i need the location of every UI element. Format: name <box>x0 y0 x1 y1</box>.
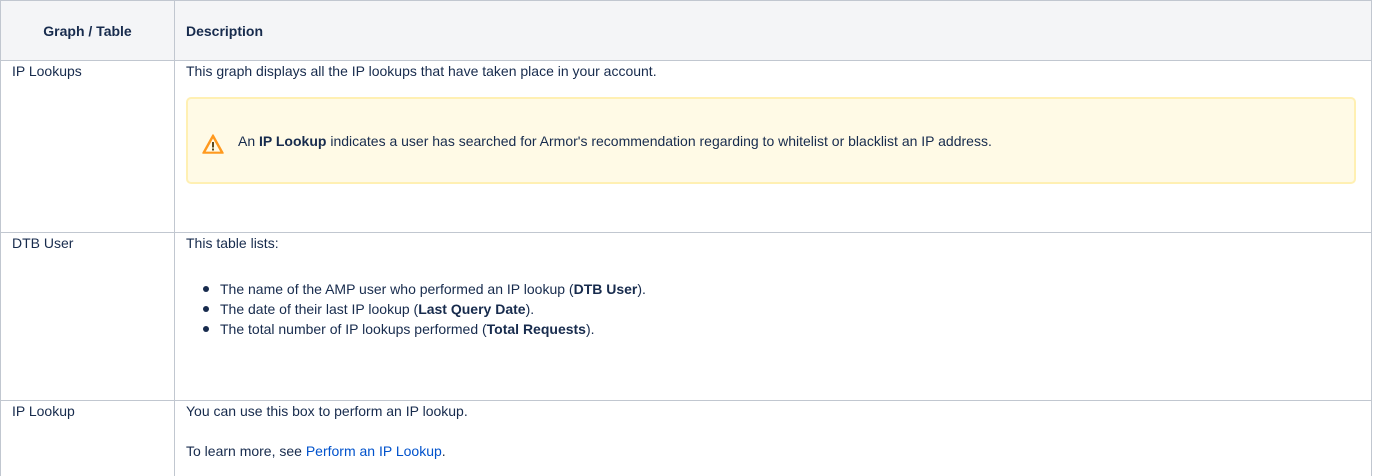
row-name: IP Lookups <box>12 63 82 79</box>
list-item-suffix: ). <box>637 281 646 297</box>
learn-more-paragraph: To learn more, see Perform an IP Lookup. <box>186 441 1360 461</box>
list-item-suffix: ). <box>525 301 535 317</box>
row-name: IP Lookup <box>12 403 75 419</box>
column-header-graph-table: Graph / Table <box>0 0 175 61</box>
warning-text: An IP Lookup indicates a user has search… <box>238 131 992 151</box>
table-row: DTB User This table lists: The name of t… <box>0 232 1372 401</box>
list-item-prefix: The total number of IP lookups performed… <box>220 321 487 337</box>
list-item-prefix: The date of their last IP lookup ( <box>220 301 419 317</box>
row-name-cell: IP Lookups <box>0 60 175 233</box>
list-item: The date of their last IP lookup (Last Q… <box>203 299 1360 319</box>
table-row: IP Lookup You can use this box to perfor… <box>0 400 1372 476</box>
row-name-cell: IP Lookup <box>0 400 175 476</box>
list-item-prefix: The name of the AMP user who performed a… <box>220 281 574 297</box>
description-table: Graph / Table Description IP Lookups Thi… <box>0 0 1372 476</box>
list-item-suffix: ). <box>585 321 595 337</box>
learn-more-prefix: To learn more, see <box>186 443 306 459</box>
bullet-list: The name of the AMP user who performed a… <box>186 279 1360 339</box>
column-header-description: Description <box>174 0 1372 61</box>
row-name: DTB User <box>12 235 74 251</box>
warning-text-suffix: indicates a user has searched for Armor'… <box>326 132 992 149</box>
learn-more-suffix: . <box>441 443 446 459</box>
row-description: This table lists: <box>186 235 279 251</box>
row-name-cell: DTB User <box>0 232 175 401</box>
warning-term: IP Lookup <box>259 132 327 149</box>
list-item: The name of the AMP user who performed a… <box>203 279 1360 299</box>
warning-icon <box>202 133 224 155</box>
row-description: You can use this box to perform an IP lo… <box>186 403 468 419</box>
perform-ip-lookup-link[interactable]: Perform an IP Lookup <box>306 443 442 459</box>
warning-panel: An IP Lookup indicates a user has search… <box>186 97 1356 184</box>
row-description: This graph displays all the IP lookups t… <box>186 63 657 79</box>
list-item-term: Last Query Date <box>418 301 526 317</box>
row-description-cell: This table lists: The name of the AMP us… <box>174 232 1372 401</box>
row-description-cell: This graph displays all the IP lookups t… <box>174 60 1372 233</box>
row-description-cell: You can use this box to perform an IP lo… <box>174 400 1372 476</box>
warning-text-prefix: An <box>238 132 260 149</box>
list-item-term: Total Requests <box>486 321 586 337</box>
list-item-term: DTB User <box>573 281 638 297</box>
list-item: The total number of IP lookups performed… <box>203 319 1360 339</box>
table-row: IP Lookups This graph displays all the I… <box>0 60 1372 233</box>
table-header-row: Graph / Table Description <box>0 0 1372 61</box>
